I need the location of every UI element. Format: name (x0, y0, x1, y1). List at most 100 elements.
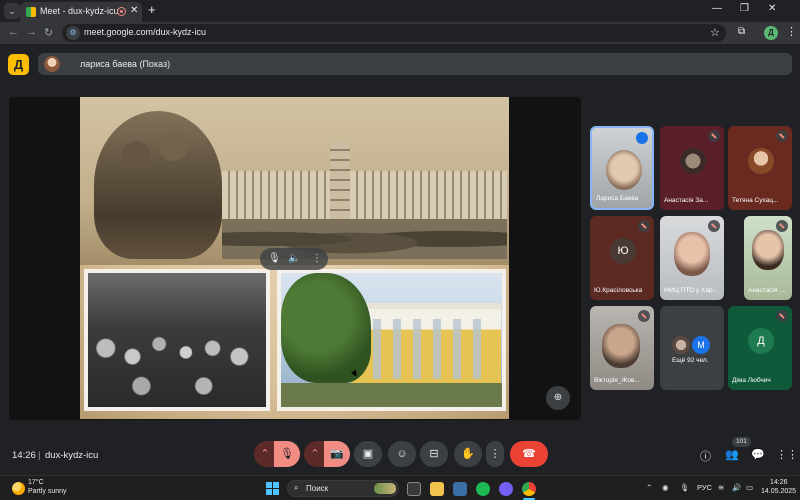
participant-count-badge: 101 (732, 437, 751, 447)
participant-tile[interactable]: Вікторія_Жов... (590, 306, 654, 390)
people-icon[interactable]: 👥 (725, 448, 739, 461)
mic-muted-icon (776, 310, 788, 322)
historic-palace-photo (222, 141, 507, 259)
mic-off-icon[interactable]: 🎙 (268, 253, 281, 264)
windows-taskbar: 17°C Partly sunny ⌕ Поиск ⌃ ◉ 🎙 РУС ≋ 🔊 … (0, 475, 800, 500)
file-explorer-icon[interactable] (430, 482, 444, 496)
raise-hand-button[interactable]: ✋ (454, 441, 482, 467)
emoji-reactions-button[interactable]: ☺ (388, 441, 416, 467)
participant-avatar (748, 148, 774, 174)
more-participants-tile[interactable]: M Ещё 92 чел. (660, 306, 724, 390)
address-bar[interactable]: ⚙ meet.google.com/dux-kydz-icu (62, 24, 726, 42)
meeting-code: dux-kydz-icu (45, 450, 99, 461)
participant-name: Лариса Баева (596, 195, 639, 202)
more-options-button[interactable]: ⋮ (486, 441, 504, 467)
tab-search-icon[interactable]: ⌄ (4, 3, 20, 19)
back-button[interactable]: ← (8, 26, 19, 38)
bookmark-star-icon[interactable]: ☆ (710, 26, 720, 39)
meet-favicon-icon (26, 7, 36, 17)
reload-button[interactable]: ↻ (44, 26, 53, 39)
participant-video (602, 324, 640, 368)
windows-start-icon[interactable] (266, 482, 279, 495)
participant-tile[interactable]: Анастасія За... (660, 126, 724, 210)
taskbar-search[interactable]: ⌕ Поиск (287, 480, 399, 497)
meeting-time: 14:26 (12, 450, 36, 461)
forward-button[interactable]: → (26, 26, 37, 38)
speaking-indicator-icon (636, 132, 648, 144)
wifi-icon[interactable]: ≋ (718, 483, 724, 492)
viber-icon[interactable] (499, 482, 513, 496)
weather-icon[interactable] (12, 482, 25, 495)
store-icon[interactable] (453, 482, 467, 496)
participant-avatar (672, 336, 690, 354)
weather-desc: Partly sunny (28, 488, 67, 495)
extensions-icon[interactable]: ⧉ (738, 26, 745, 37)
mic-muted-icon (708, 130, 720, 142)
microphone-toggle-button[interactable]: 🎙 (274, 441, 300, 467)
activities-icon[interactable]: ⋮⋮ (776, 448, 798, 461)
input-language[interactable]: РУС (697, 483, 712, 492)
window-close-button[interactable]: ✕ (768, 3, 776, 14)
site-info-icon[interactable]: ⚙ (66, 26, 80, 40)
participant-tile[interactable]: НМЦ ПТО у Хар... (660, 216, 724, 300)
camera-toggle-button[interactable]: 📷 (324, 441, 350, 467)
tab-title: Meet - dux-kydz-icu (40, 6, 119, 16)
clock-time[interactable]: 14:26 (770, 479, 788, 486)
mic-muted-icon (776, 130, 788, 142)
battery-icon[interactable]: ▭ (746, 483, 753, 492)
meeting-details-icon[interactable]: ⓘ (700, 448, 711, 464)
participant-tile[interactable]: Анастасія ... (744, 216, 792, 300)
captions-button[interactable]: ⊟ (420, 441, 448, 467)
profile-avatar[interactable]: Д (764, 26, 778, 40)
zoom-icon[interactable]: ⊕ (546, 386, 570, 410)
mic-muted-icon (708, 220, 720, 232)
more-participants-label: Ещё 92 чел. (672, 357, 709, 364)
task-view-icon[interactable] (407, 482, 421, 496)
present-screen-button[interactable]: ▣ (354, 441, 382, 467)
maximize-button[interactable]: ❐ (740, 3, 749, 14)
browser-tab-meet[interactable]: Meet - dux-kydz-icu ✕ (20, 2, 142, 22)
browser-tab-strip: ⌄ Meet - dux-kydz-icu ✕ + — ❐ ✕ (0, 0, 800, 22)
search-icon: ⌕ (294, 483, 299, 492)
participant-name: Діма Любчич (732, 377, 771, 384)
slide-top-collage (80, 97, 509, 265)
participant-avatar: Ю (610, 238, 636, 264)
clock-date[interactable]: 14.05.2025 (761, 488, 796, 495)
new-tab-button[interactable]: + (148, 2, 156, 17)
participant-name: НМЦ ПТО у Хар... (664, 287, 718, 294)
recording-indicator-icon (117, 7, 126, 16)
search-placeholder: Поиск (306, 484, 329, 493)
participant-tile[interactable]: Д Діма Любчич (728, 306, 792, 390)
yellow-building-photo (277, 269, 506, 411)
participant-tile[interactable]: Тетяна Сухац... (728, 126, 792, 210)
participant-name: Тетяна Сухац... (732, 197, 779, 204)
participant-video (606, 150, 642, 190)
browser-toolbar: ← → ↻ ⚙ meet.google.com/dux-kydz-icu (0, 22, 800, 44)
participant-avatar: Д (748, 328, 774, 354)
participant-tile[interactable]: Лариса Баева (590, 126, 654, 210)
participant-video (752, 230, 784, 270)
participant-video (674, 232, 710, 276)
minimize-button[interactable]: — (712, 3, 722, 14)
audio-options-chevron-icon[interactable]: ⌃ (254, 441, 276, 467)
tray-app-icon[interactable]: ◉ (662, 483, 669, 492)
tab-close-icon[interactable]: ✕ (130, 5, 138, 16)
presenter-name: лариса баева (Показ) (80, 59, 171, 69)
participant-avatar: M (692, 336, 710, 354)
presenter-tile-controls: 🎙 🔈 ⋮ (260, 248, 328, 270)
browser-menu-icon[interactable]: ⋮ (786, 25, 797, 38)
tile-more-icon[interactable]: ⋮ (312, 253, 322, 264)
participant-tile[interactable]: Ю Ю.Красіловська (590, 216, 654, 300)
tray-chevron-icon[interactable]: ⌃ (646, 483, 652, 492)
weather-temp: 17°C (28, 479, 44, 486)
mic-muted-icon (776, 220, 788, 232)
tray-mic-icon[interactable]: 🎙 (680, 483, 690, 492)
speaker-off-icon[interactable]: 🔈 (288, 253, 300, 264)
chrome-icon[interactable] (522, 482, 536, 496)
volume-icon[interactable]: 🔊 (732, 483, 741, 492)
meet-logo-icon[interactable]: Д (8, 54, 29, 75)
spotify-icon[interactable] (476, 482, 490, 496)
leave-call-button[interactable]: ☎ (510, 441, 548, 467)
chat-icon[interactable]: 💬 (751, 448, 765, 461)
video-options-chevron-icon[interactable]: ⌃ (304, 441, 326, 467)
